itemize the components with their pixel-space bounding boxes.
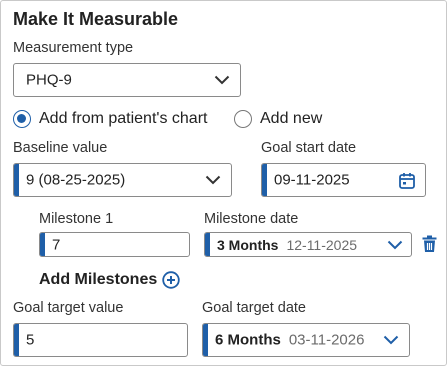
measurement-type-value: PHQ-9 [26,71,72,89]
add-milestones-label[interactable]: Add Milestones [39,271,157,289]
milestone-date-period: 3 Months [217,236,279,253]
field-accent-bar [40,233,45,256]
milestone-date-value: 12-11-2025 [286,236,358,253]
goal-target-date-label: Goal target date [202,300,306,316]
milestone-date-select[interactable]: 3 Months 12-11-2025 [204,232,412,257]
goal-target-date-period: 6 Months [215,331,281,349]
chevron-down-icon [205,175,221,185]
panel-title: Make It Measurable [13,9,179,29]
goal-start-date-label: Goal start date [261,140,357,156]
field-accent-bar [203,324,208,356]
goal-target-date-display: 6 Months 03-11-2026 [215,332,364,349]
goal-target-value: 5 [26,331,35,349]
milestone-value-label: Milestone 1 [39,211,114,227]
goal-target-date-select[interactable]: 6 Months 03-11-2026 [202,323,410,357]
field-accent-bar [205,233,210,256]
measurable-panel: Make It Measurable Measurement type PHQ-… [0,0,447,366]
field-accent-bar [14,324,19,356]
goal-start-date-value: 09-11-2025 [274,171,350,189]
milestone-value: 7 [52,236,61,253]
baseline-value-label: Baseline value [13,140,108,156]
milestone-value-input[interactable]: 7 [39,232,190,257]
baseline-value-select[interactable]: 9 (08-25-2025) [13,163,232,197]
goal-target-value-label: Goal target value [13,300,124,316]
calendar-icon[interactable] [399,172,415,189]
radio-add-from-chart[interactable] [13,110,31,128]
field-accent-bar [262,164,267,196]
goal-target-date-value: 03-11-2026 [288,331,365,349]
trash-icon[interactable] [422,235,437,253]
goal-target-value-input[interactable]: 5 [13,323,188,357]
goal-start-date-input[interactable]: 09-11-2025 [261,163,426,197]
radio-add-new-label[interactable]: Add new [260,110,322,128]
plus-circle-icon[interactable] [162,271,180,289]
chevron-down-icon [387,240,403,249]
chevron-down-icon [383,335,399,345]
measurement-type-select[interactable]: PHQ-9 [13,63,241,97]
radio-add-new[interactable] [234,110,252,128]
milestone-date-label: Milestone date [204,211,299,227]
milestone-date-display: 3 Months 12-11-2025 [217,237,357,253]
measurement-type-label: Measurement type [13,40,134,56]
field-accent-bar [14,164,19,196]
radio-add-from-chart-label[interactable]: Add from patient's chart [39,110,207,128]
chevron-down-icon [214,75,230,85]
baseline-value: 9 (08-25-2025) [26,171,126,189]
